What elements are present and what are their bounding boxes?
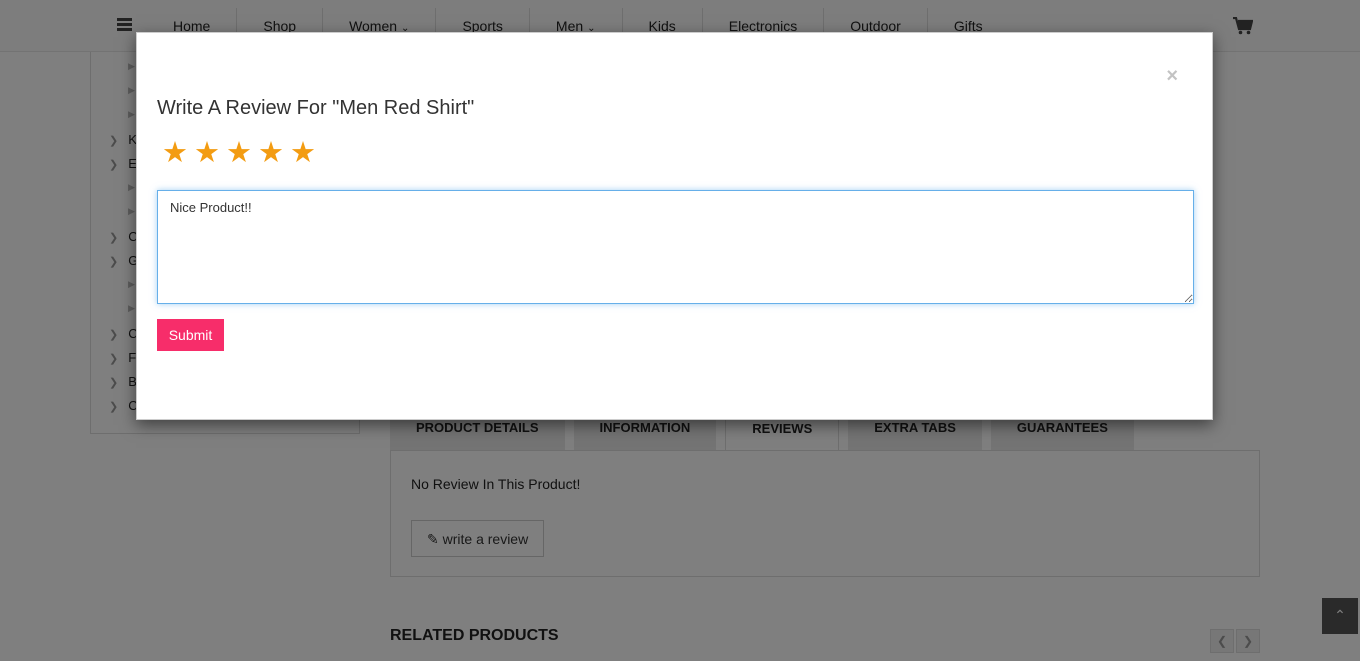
- star-icon[interactable]: ★: [162, 137, 194, 169]
- star-icon[interactable]: ★: [194, 137, 226, 169]
- star-icon[interactable]: ★: [258, 137, 290, 169]
- close-icon[interactable]: ×: [1166, 66, 1178, 86]
- star-rating[interactable]: ★ ★ ★ ★ ★: [162, 137, 322, 169]
- submit-button[interactable]: Submit: [157, 319, 224, 351]
- review-modal: × Write A Review For "Men Red Shirt" ★ ★ ★…: [136, 32, 1213, 420]
- star-icon[interactable]: ★: [290, 137, 322, 169]
- review-textarea[interactable]: [157, 190, 1194, 304]
- star-icon[interactable]: ★: [226, 137, 258, 169]
- modal-title: Write A Review For "Men Red Shirt": [157, 97, 475, 119]
